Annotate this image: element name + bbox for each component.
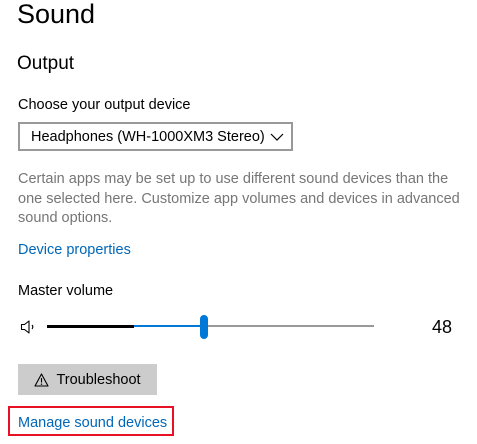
volume-slider-thumb[interactable]	[200, 315, 208, 339]
choose-output-device-label: Choose your output device	[18, 97, 191, 113]
selected-output-device: Headphones (WH-1000XM3 Stereo)	[31, 128, 265, 145]
master-volume-slider[interactable]	[47, 315, 374, 339]
master-volume-row: 48	[18, 312, 473, 342]
device-properties-link[interactable]: Device properties	[18, 241, 131, 259]
output-device-dropdown[interactable]: Headphones (WH-1000XM3 Stereo)	[18, 122, 293, 151]
master-volume-value: 48	[432, 317, 453, 337]
troubleshoot-label: Troubleshoot	[56, 371, 141, 388]
chevron-down-icon	[270, 133, 284, 141]
volume-slider-peak-meter	[47, 325, 134, 328]
warning-icon	[34, 372, 49, 387]
master-volume-label: Master volume	[18, 283, 114, 299]
troubleshoot-button[interactable]: Troubleshoot	[18, 364, 157, 395]
output-help-text: Certain apps may be set up to use differ…	[18, 171, 460, 226]
speaker-volume-icon[interactable]	[20, 318, 38, 336]
manage-sound-devices-link[interactable]: Manage sound devices	[18, 414, 167, 432]
output-section-title: Output	[17, 53, 75, 74]
page-title: Sound	[17, 0, 96, 29]
